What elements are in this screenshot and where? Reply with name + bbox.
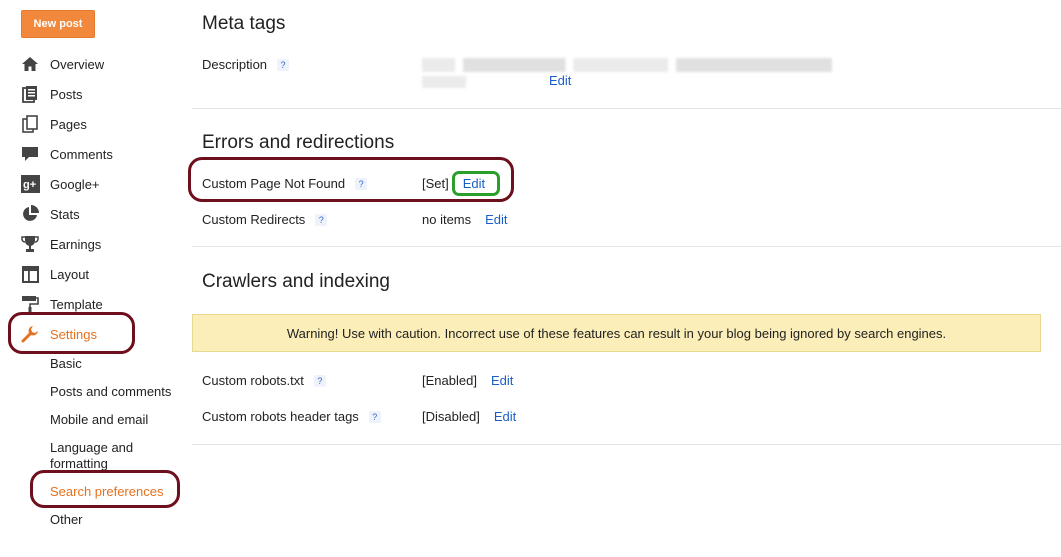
custom-robots-header-label: Custom robots header tags: [202, 409, 359, 424]
trophy-icon: [20, 235, 40, 253]
settings-sub-posts-comments[interactable]: Posts and comments: [50, 384, 171, 400]
custom-page-not-found-edit-link[interactable]: Edit: [463, 176, 485, 191]
settings-sub-basic[interactable]: Basic: [50, 356, 82, 372]
custom-page-not-found-row-label: Custom Page Not Found ?: [202, 176, 368, 191]
custom-page-not-found-value: [Set]: [422, 176, 449, 191]
nav-label-settings: Settings: [50, 326, 97, 342]
wrench-icon: [20, 325, 40, 343]
custom-robots-header-value: [Disabled]: [422, 409, 480, 424]
custom-robots-header-edit-link[interactable]: Edit: [494, 409, 516, 424]
custom-page-not-found-value-wrap: [Set] Edit: [422, 176, 485, 191]
new-post-button[interactable]: New post: [21, 10, 95, 38]
section-title-meta-tags: Meta tags: [202, 13, 286, 34]
custom-robots-txt-value: [Enabled]: [422, 373, 477, 388]
main-content: Meta tags Description ? Edit Errors and …: [188, 0, 1061, 557]
nav-label-comments: Comments: [50, 146, 113, 162]
description-edit-link[interactable]: Edit: [549, 73, 571, 88]
divider: [192, 246, 1061, 247]
nav-item-template[interactable]: Template: [20, 293, 103, 315]
custom-robots-header-row-label: Custom robots header tags ?: [202, 409, 381, 424]
svg-text:g+: g+: [23, 179, 36, 191]
pages-icon: [20, 115, 40, 133]
nav-item-settings[interactable]: Settings: [20, 323, 97, 345]
paint-roller-icon: [20, 295, 40, 313]
nav-label-posts: Posts: [50, 86, 83, 102]
settings-sub-mobile-email[interactable]: Mobile and email: [50, 412, 148, 428]
help-icon[interactable]: ?: [315, 213, 328, 226]
custom-robots-header-value-wrap: [Disabled] Edit: [422, 409, 516, 424]
custom-redirects-row-label: Custom Redirects ?: [202, 212, 328, 227]
nav-label-google-plus: Google+: [50, 176, 100, 192]
nav-item-earnings[interactable]: Earnings: [20, 233, 101, 255]
nav-item-google-plus[interactable]: g+ Google+: [20, 173, 100, 195]
description-edit-wrap: Edit: [549, 73, 571, 88]
settings-sub-other[interactable]: Other: [50, 512, 83, 528]
layout-icon: [20, 265, 40, 283]
comment-icon: [20, 145, 40, 163]
nav-label-earnings: Earnings: [50, 236, 102, 252]
nav-item-stats[interactable]: Stats: [20, 203, 80, 225]
nav-item-posts[interactable]: Posts: [20, 83, 83, 105]
help-icon[interactable]: ?: [313, 374, 326, 387]
custom-robots-txt-edit-link[interactable]: Edit: [491, 373, 513, 388]
custom-redirects-value: no items: [422, 212, 472, 227]
description-label: Description: [202, 57, 268, 72]
divider: [192, 108, 1061, 109]
nav-label-overview: Overview: [50, 56, 105, 72]
custom-redirects-value-wrap: no items Edit: [422, 212, 508, 227]
section-title-crawlers: Crawlers and indexing: [202, 271, 390, 292]
nav-item-pages[interactable]: Pages: [20, 113, 87, 135]
nav-item-layout[interactable]: Layout: [20, 263, 89, 285]
custom-robots-txt-label: Custom robots.txt: [202, 373, 304, 388]
custom-robots-txt-value-wrap: [Enabled] Edit: [422, 373, 513, 388]
nav-label-template: Template: [50, 296, 103, 312]
description-row-label: Description ?: [202, 57, 290, 72]
custom-page-not-found-label: Custom Page Not Found: [202, 176, 346, 191]
divider: [192, 444, 1061, 445]
description-value-redacted: [422, 58, 842, 88]
custom-redirects-label: Custom Redirects: [202, 212, 306, 227]
help-icon[interactable]: ?: [355, 177, 368, 190]
settings-sub-language[interactable]: Language and formatting: [50, 440, 150, 472]
home-icon: [20, 55, 40, 73]
caution-warning-banner: Warning! Use with caution. Incorrect use…: [192, 314, 1041, 352]
nav-item-overview[interactable]: Overview: [20, 53, 104, 75]
sidebar: New post Overview Posts Pages Comments g…: [0, 0, 190, 557]
help-icon[interactable]: ?: [277, 58, 290, 71]
settings-sub-search-preferences[interactable]: Search preferences: [50, 484, 163, 500]
nav-label-stats: Stats: [50, 206, 80, 222]
pie-chart-icon: [20, 205, 40, 223]
nav-label-layout: Layout: [50, 266, 90, 282]
warning-text: Warning! Use with caution. Incorrect use…: [286, 325, 947, 341]
posts-icon: [20, 85, 40, 103]
custom-robots-txt-row-label: Custom robots.txt ?: [202, 373, 326, 388]
section-title-errors: Errors and redirections: [202, 132, 395, 153]
help-icon[interactable]: ?: [368, 410, 381, 423]
custom-redirects-edit-link[interactable]: Edit: [485, 212, 507, 227]
nav-item-comments[interactable]: Comments: [20, 143, 113, 165]
nav-label-pages: Pages: [50, 116, 87, 132]
google-plus-icon: g+: [20, 175, 40, 193]
